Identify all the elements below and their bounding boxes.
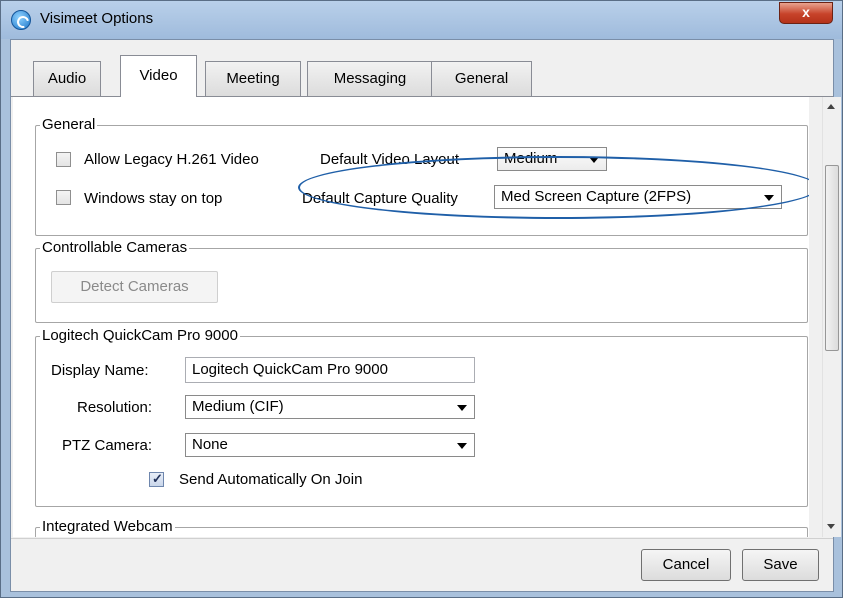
logitech-camera-legend: Logitech QuickCam Pro 9000 <box>40 327 240 345</box>
chevron-down-icon <box>457 405 467 411</box>
logitech-camera-group: Logitech QuickCam Pro 9000 Display Name:… <box>35 327 808 507</box>
integrated-webcam-legend: Integrated Webcam <box>40 518 175 536</box>
vertical-scrollbar[interactable] <box>822 97 841 537</box>
default-video-layout-label: Default Video Layout <box>320 151 459 168</box>
options-window: Visimeet Options x Audio Video Meeting M… <box>0 0 843 598</box>
controllable-cameras-group: Controllable Cameras Detect Cameras <box>35 239 808 323</box>
chevron-down-icon <box>764 195 774 201</box>
chevron-down-icon <box>589 157 599 163</box>
save-button[interactable]: Save <box>742 549 819 581</box>
video-tab-content: General Allow Legacy H.261 Video Default… <box>13 97 809 537</box>
send-automatically-checkbox[interactable]: ✓ <box>149 471 164 487</box>
tab-messaging[interactable]: Messaging <box>307 61 433 96</box>
scroll-down-arrow-icon[interactable] <box>827 524 835 529</box>
tab-general[interactable]: General <box>431 61 532 96</box>
visimeet-app-icon <box>11 10 31 30</box>
detect-cameras-button[interactable]: Detect Cameras <box>51 271 218 303</box>
scrollbar-thumb[interactable] <box>825 165 839 351</box>
send-automatically-label: Send Automatically On Join <box>179 471 363 488</box>
tab-video[interactable]: Video <box>120 55 197 97</box>
tab-strip: Audio Video Meeting Messaging General <box>11 40 833 97</box>
general-group-legend: General <box>40 116 98 134</box>
close-icon: x <box>802 4 810 20</box>
tab-meeting[interactable]: Meeting <box>205 61 301 96</box>
integrated-webcam-group: Integrated Webcam <box>35 518 808 537</box>
legacy-h261-checkbox[interactable] <box>56 152 71 167</box>
dialog-footer: Cancel Save <box>11 538 833 591</box>
default-video-layout-select[interactable]: Medium <box>497 147 607 171</box>
scroll-up-arrow-icon[interactable] <box>827 104 835 109</box>
tab-audio[interactable]: Audio <box>33 61 101 96</box>
ptz-camera-label: PTZ Camera: <box>62 437 153 454</box>
ptz-camera-value: None <box>192 436 228 453</box>
window-title: Visimeet Options <box>40 10 154 27</box>
legacy-h261-label: Allow Legacy H.261 Video <box>84 151 259 168</box>
windows-stay-on-top-checkbox[interactable] <box>56 190 71 205</box>
windows-stay-on-top-label: Windows stay on top <box>84 190 223 207</box>
chevron-down-icon <box>457 443 467 449</box>
checkmark-icon: ✓ <box>152 471 163 486</box>
display-name-label: Display Name: <box>51 362 149 379</box>
close-button[interactable]: x <box>779 2 833 24</box>
display-name-input[interactable]: Logitech QuickCam Pro 9000 <box>185 357 475 383</box>
cancel-button[interactable]: Cancel <box>641 549 731 581</box>
resolution-label: Resolution: <box>77 399 153 416</box>
ptz-camera-select[interactable]: None <box>185 433 475 457</box>
default-capture-quality-label: Default Capture Quality <box>302 190 458 207</box>
general-group: General Allow Legacy H.261 Video Default… <box>35 116 808 236</box>
resolution-value: Medium (CIF) <box>192 398 284 415</box>
default-capture-quality-value: Med Screen Capture (2FPS) <box>501 188 692 205</box>
resolution-select[interactable]: Medium (CIF) <box>185 395 475 419</box>
title-bar[interactable]: Visimeet Options x <box>1 1 842 39</box>
default-capture-quality-select[interactable]: Med Screen Capture (2FPS) <box>494 185 782 209</box>
controllable-cameras-legend: Controllable Cameras <box>40 239 190 257</box>
default-video-layout-value: Medium <box>504 150 558 167</box>
dialog-client-area: Audio Video Meeting Messaging General Ge… <box>10 39 841 592</box>
